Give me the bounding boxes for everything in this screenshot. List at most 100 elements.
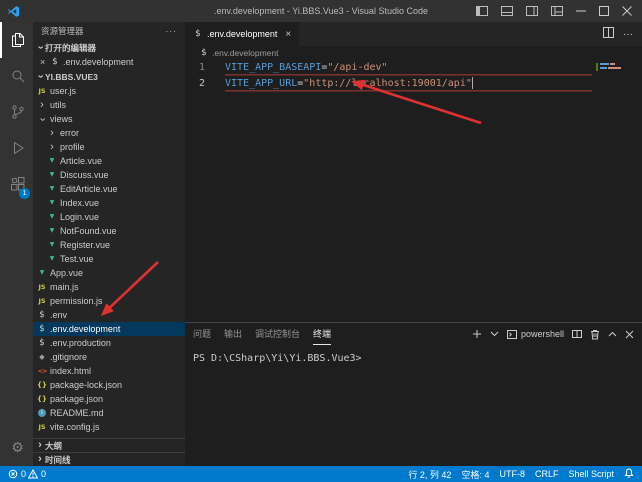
search-activity-icon[interactable]	[0, 58, 33, 94]
open-editor-label: .env.development	[63, 57, 133, 67]
vue-file-icon: ▼	[37, 268, 47, 278]
tree-item-discuss-vue[interactable]: ▼Discuss.vue	[33, 168, 185, 182]
tree-item-label: index.html	[50, 366, 91, 376]
sidebar-more-actions-icon[interactable]: ···	[166, 26, 178, 36]
outline-label: 大纲	[45, 440, 62, 452]
js-file-icon: JS	[37, 282, 47, 292]
notifications-bell-icon[interactable]	[624, 468, 634, 480]
extensions-activity-icon[interactable]: 1	[0, 166, 33, 202]
tree-item-login-vue[interactable]: ▼Login.vue	[33, 210, 185, 224]
maximize-panel-icon[interactable]	[608, 331, 617, 337]
kill-terminal-trash-icon[interactable]	[590, 329, 600, 340]
panel-tab-输出[interactable]: 输出	[224, 323, 242, 345]
chevron-right-icon: ›	[47, 128, 57, 139]
tree-item-user-js[interactable]: JSuser.js	[33, 84, 185, 98]
chevron-right-icon: ›	[47, 142, 57, 153]
minimap[interactable]	[600, 63, 634, 71]
close-tab-icon[interactable]: ×	[285, 29, 291, 40]
toggle-secondary-sidebar-icon[interactable]	[526, 6, 538, 16]
tree-item-utils[interactable]: ›utils	[33, 98, 185, 112]
project-name-label: YI.BBS.VUE3	[45, 72, 98, 82]
tree-item-label: vite.config.js	[50, 422, 100, 432]
cursor-position-status[interactable]: 行 2, 列 42	[408, 468, 451, 481]
code-line-1[interactable]: 1VITE_APP_BASEAPI="/api-dev"	[185, 60, 642, 76]
more-actions-icon[interactable]: ···	[623, 29, 633, 40]
warning-count: 0	[41, 469, 46, 479]
tree-item-editarticle-vue[interactable]: ▼EditArticle.vue	[33, 182, 185, 196]
vue-file-icon: ▼	[47, 212, 57, 222]
env-file-icon: $	[193, 29, 203, 39]
problems-status[interactable]: 0 0	[8, 469, 46, 479]
tree-item-notfound-vue[interactable]: ▼NotFound.vue	[33, 224, 185, 238]
terminal-prompt: PS D:\CSharp\Yi\Yi.BBS.Vue3>	[193, 353, 362, 364]
panel-tab-问题[interactable]: 问题	[193, 323, 211, 345]
tab-env-development[interactable]: $ .env.development ×	[185, 22, 299, 46]
language-mode-status[interactable]: Shell Script	[568, 469, 614, 479]
panel-tab-调试控制台[interactable]: 调试控制台	[255, 323, 300, 345]
timeline-section-header[interactable]: › 时间线	[33, 452, 185, 466]
run-debug-activity-icon[interactable]	[0, 130, 33, 166]
tree-item-gitignore[interactable]: ◆.gitignore	[33, 350, 185, 364]
tree-item-label: user.js	[50, 86, 76, 96]
toggle-panel-icon[interactable]	[501, 6, 513, 16]
encoding-status[interactable]: UTF-8	[499, 469, 525, 479]
tree-item-package-json[interactable]: {}package.json	[33, 392, 185, 406]
explorer-activity-icon[interactable]	[0, 22, 33, 58]
tree-item-main-js[interactable]: JSmain.js	[33, 280, 185, 294]
tree-item-env-development[interactable]: $.env.development	[33, 322, 185, 336]
tree-item-app-vue[interactable]: ▼App.vue	[33, 266, 185, 280]
open-editors-header[interactable]: › 打开的编辑器	[33, 40, 185, 55]
code-editor[interactable]: 1VITE_APP_BASEAPI="/api-dev"2VITE_APP_UR…	[185, 60, 642, 322]
source-control-activity-icon[interactable]	[0, 94, 33, 130]
tree-item-env-production[interactable]: $.env.production	[33, 336, 185, 350]
panel-tab-终端[interactable]: 终端	[313, 323, 331, 345]
close-editor-icon[interactable]: ×	[40, 57, 50, 67]
line-number[interactable]: 2	[185, 76, 205, 92]
indentation-status[interactable]: 空格: 4	[461, 468, 489, 481]
tree-item-readme-md[interactable]: iREADME.md	[33, 406, 185, 420]
toggle-primary-sidebar-icon[interactable]	[476, 6, 488, 16]
activity-bar: 1 ⚙	[0, 22, 33, 466]
tree-item-label: App.vue	[50, 268, 83, 278]
tree-item-profile[interactable]: ›profile	[33, 140, 185, 154]
outline-section-header[interactable]: › 大纲	[33, 438, 185, 452]
tree-item-error[interactable]: ›error	[33, 126, 185, 140]
settings-gear-icon[interactable]: ⚙	[0, 430, 33, 466]
eol-status[interactable]: CRLF	[535, 469, 559, 479]
close-panel-icon[interactable]	[625, 330, 634, 339]
split-terminal-icon[interactable]	[572, 329, 582, 339]
tree-item-views[interactable]: ›views	[33, 112, 185, 126]
warnings-icon	[28, 469, 38, 479]
tree-item-permission-js[interactable]: JSpermission.js	[33, 294, 185, 308]
tree-item-index-html[interactable]: <>index.html	[33, 364, 185, 378]
code-line-2[interactable]: 2VITE_APP_URL="http://localhost:19001/ap…	[185, 76, 642, 92]
terminal-instance-item[interactable]: powershell	[507, 329, 564, 339]
tree-item-index-vue[interactable]: ▼Index.vue	[33, 196, 185, 210]
minimap-line	[600, 63, 634, 65]
open-editors-label: 打开的编辑器	[45, 42, 96, 54]
json-file-icon: {}	[37, 394, 47, 404]
line-number[interactable]: 1	[185, 60, 205, 76]
tree-item-register-vue[interactable]: ▼Register.vue	[33, 238, 185, 252]
open-editor-item[interactable]: × $ .env.development	[33, 55, 185, 69]
title-bar: .env.development - Yi.BBS.Vue3 - Visual …	[0, 0, 642, 22]
minimize-button[interactable]	[576, 6, 586, 16]
tree-item-env[interactable]: $.env	[33, 308, 185, 322]
tree-item-package-lock-json[interactable]: {}package-lock.json	[33, 378, 185, 392]
tree-item-test-vue[interactable]: ▼Test.vue	[33, 252, 185, 266]
env-key: VITE_APP_BASEAPI	[225, 62, 321, 73]
customize-layout-icon[interactable]	[551, 6, 563, 16]
env-file-icon: $	[50, 57, 60, 67]
maximize-button[interactable]	[599, 6, 609, 16]
new-terminal-icon[interactable]	[472, 329, 482, 339]
terminal-profiles-dropdown-icon[interactable]	[490, 331, 499, 337]
project-section-header[interactable]: › YI.BBS.VUE3	[33, 69, 185, 84]
breadcrumb[interactable]: $ .env.development	[185, 46, 642, 60]
close-window-button[interactable]	[622, 6, 632, 16]
split-editor-icon[interactable]	[603, 27, 614, 41]
tree-item-article-vue[interactable]: ▼Article.vue	[33, 154, 185, 168]
chevron-right-icon: ›	[35, 440, 45, 451]
terminal[interactable]: PS D:\CSharp\Yi\Yi.BBS.Vue3>	[185, 345, 642, 466]
panel-header: 问题输出调试控制台终端 powershell	[185, 323, 642, 345]
tree-item-vite-config-js[interactable]: JSvite.config.js	[33, 420, 185, 434]
